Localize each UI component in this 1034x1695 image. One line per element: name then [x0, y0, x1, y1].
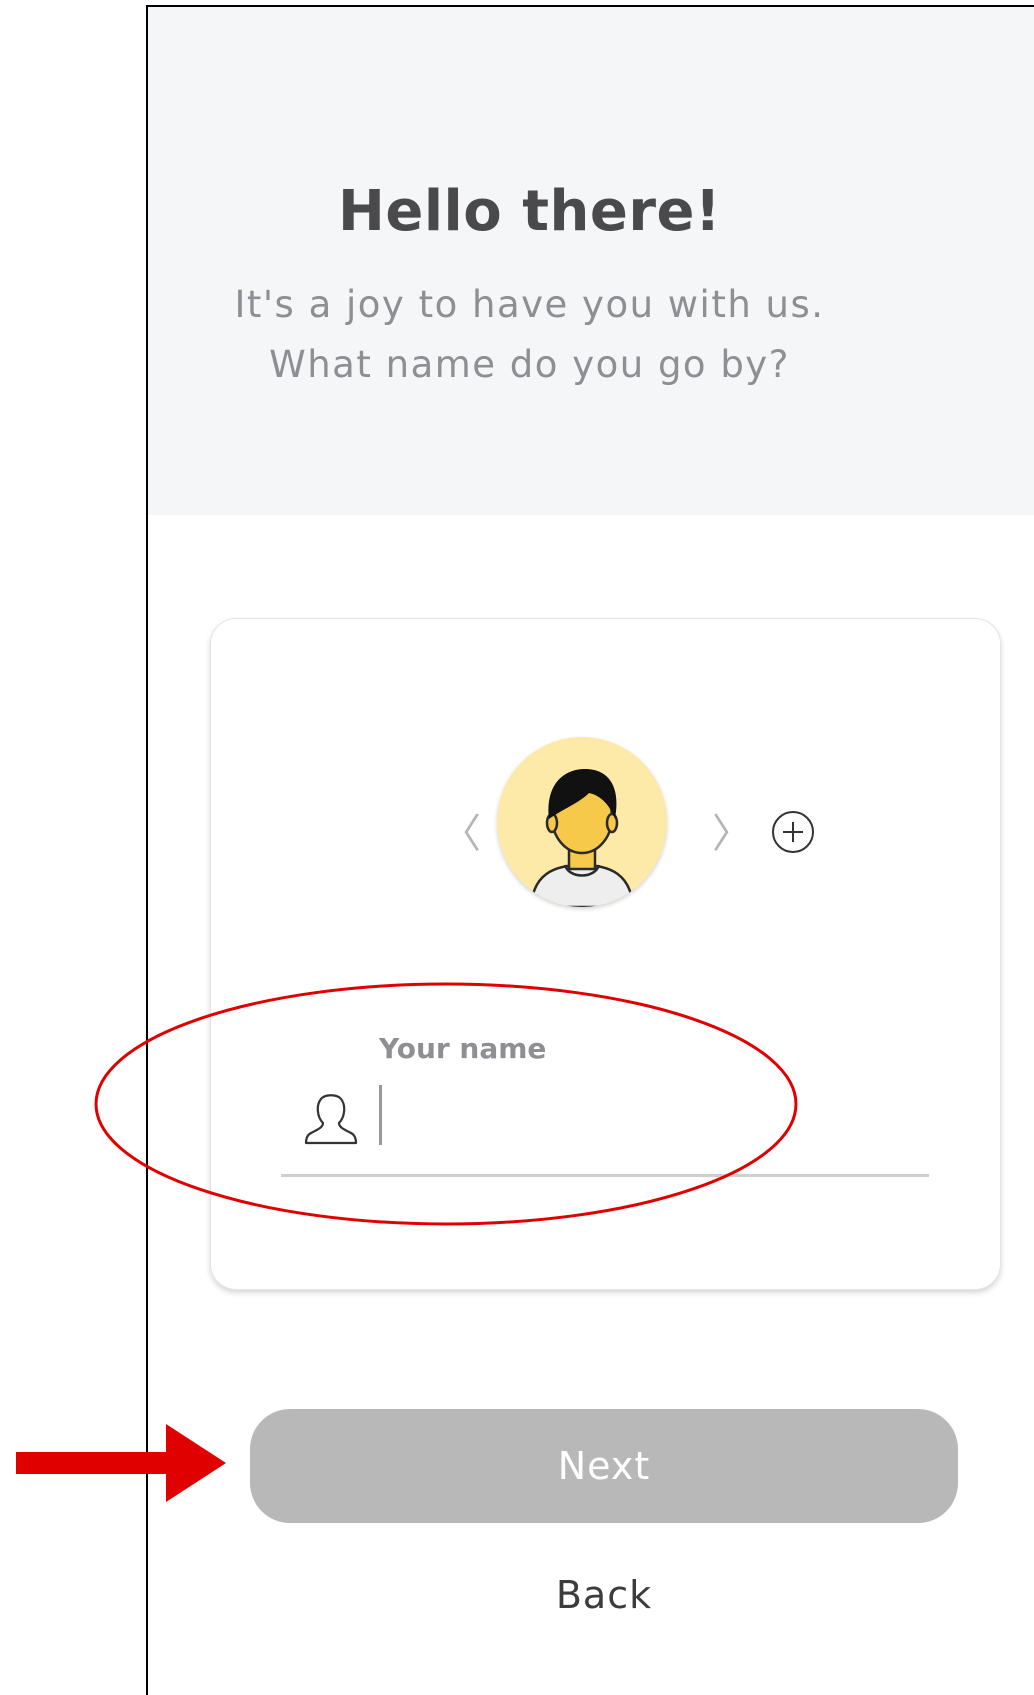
person-outline-icon: [304, 1094, 358, 1145]
name-input-underline: [281, 1174, 929, 1177]
next-avatar-button[interactable]: 〉: [712, 801, 752, 859]
header-panel: Hello there! It's a joy to have you with…: [148, 7, 1034, 515]
text-caret: [379, 1085, 382, 1145]
back-button[interactable]: Back: [250, 1565, 958, 1625]
avatar[interactable]: [497, 737, 667, 907]
profile-card: 〈 〉 Your name: [210, 618, 1001, 1290]
plus-circle-icon[interactable]: [770, 809, 816, 855]
app-screen: Hello there! It's a joy to have you with…: [146, 5, 1034, 1695]
subtitle-line-1: It's a joy to have you with us.: [234, 283, 825, 326]
page-title: Hello there!: [338, 179, 721, 244]
subtitle-line-2: What name do you go by?: [269, 343, 790, 386]
name-field-label: Your name: [379, 1032, 547, 1065]
previous-avatar-button[interactable]: 〈: [441, 801, 481, 859]
person-avatar-icon: [497, 737, 667, 907]
name-input[interactable]: [379, 1082, 909, 1146]
next-button[interactable]: Next: [250, 1409, 958, 1523]
